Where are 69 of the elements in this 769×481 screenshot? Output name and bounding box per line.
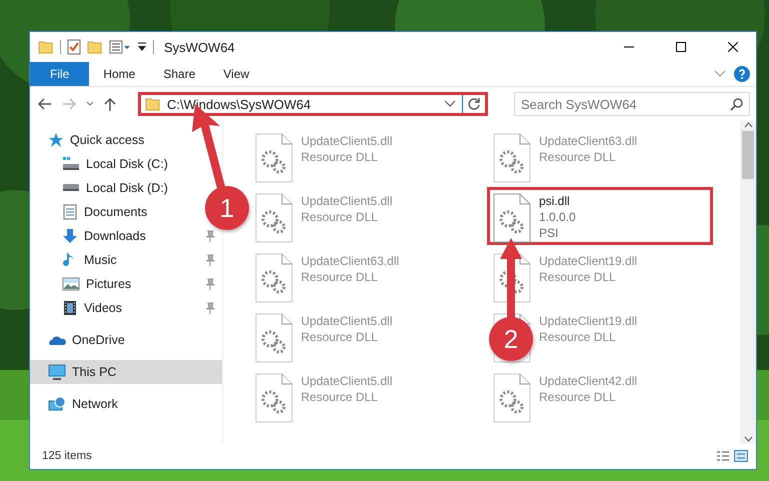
sidebar-item[interactable]: Music	[30, 248, 222, 272]
star-icon	[48, 132, 64, 148]
dll-file-icon	[255, 373, 293, 423]
drive-icon	[62, 184, 80, 192]
properties-icon[interactable]	[67, 39, 81, 55]
maximize-icon	[676, 42, 686, 52]
item-count: 125 items	[42, 450, 93, 462]
step-badge: 2	[489, 317, 533, 361]
drive-icon	[62, 156, 80, 172]
file-item[interactable]: psi.dll 1.0.0.0 PSI	[487, 187, 713, 245]
dll-file-icon	[493, 193, 531, 243]
file-detail: Resource DLL	[301, 389, 379, 405]
sidebar-item[interactable]: Videos	[30, 296, 222, 320]
back-icon[interactable]	[38, 98, 52, 110]
details-view-icon[interactable]	[716, 450, 730, 462]
file-detail: Resource DLL	[539, 389, 617, 405]
tiles-view-icon[interactable]	[734, 450, 748, 462]
scroll-thumb[interactable]	[742, 131, 754, 179]
dll-file-icon	[493, 373, 531, 423]
ribbon-tab[interactable]: File	[30, 62, 90, 86]
chevron-down-icon[interactable]	[444, 100, 456, 108]
dll-file-icon	[255, 193, 293, 243]
sidebar-item[interactable]: Local Disk (C:)	[30, 152, 174, 176]
sidebar-item[interactable]: Network	[30, 392, 124, 416]
dropdown-icon[interactable]	[137, 41, 147, 53]
window-title: SysWOW64	[164, 40, 236, 54]
file-detail: 1.0.0.0	[539, 209, 576, 225]
sidebar-item[interactable]: OneDrive	[30, 328, 131, 352]
dll-file-icon	[255, 253, 293, 303]
film-icon	[62, 300, 78, 316]
close-icon	[728, 42, 738, 52]
address-bar[interactable]: C:\Windows\SysWOW64	[138, 92, 488, 116]
scroll-up-icon[interactable]	[744, 121, 752, 129]
folder-icon	[145, 96, 161, 112]
ribbon-tab[interactable]: Home	[89, 62, 150, 86]
sidebar-item[interactable]: This PC	[30, 360, 222, 384]
download-icon	[62, 228, 78, 244]
search-icon	[730, 98, 743, 110]
scroll-down-icon[interactable]	[744, 435, 752, 443]
ribbon-tab[interactable]: Share	[149, 62, 210, 86]
picture-icon	[62, 276, 80, 292]
step-badge: 1	[205, 186, 249, 230]
search-field[interactable]: Search SysWOW64	[514, 92, 750, 116]
file-detail: Resource DLL	[301, 209, 379, 225]
ribbon-tab[interactable]: View	[209, 62, 264, 86]
view-options-icon[interactable]	[109, 40, 131, 54]
file-detail: PSI	[539, 225, 560, 241]
dll-file-icon	[493, 133, 531, 183]
file-detail: Resource DLL	[301, 329, 379, 345]
sidebar-item[interactable]: Local Disk (D:)	[30, 176, 174, 200]
sidebar-item[interactable]: Documents	[30, 200, 154, 224]
file-detail: Resource DLL	[301, 269, 379, 285]
computer-icon	[48, 364, 66, 380]
file-detail: Resource DLL	[539, 269, 617, 285]
document-icon	[62, 204, 78, 220]
file-name: psi.dll	[539, 193, 571, 209]
scrollbar[interactable]	[740, 121, 756, 443]
network-icon	[48, 396, 66, 412]
file-detail: Resource DLL	[539, 149, 617, 165]
file-detail: Resource DLL	[301, 149, 379, 165]
refresh-icon[interactable]	[467, 97, 481, 111]
sidebar-item[interactable]: Pictures	[30, 272, 222, 296]
up-icon[interactable]	[104, 97, 116, 111]
dll-file-icon	[255, 133, 293, 183]
file-detail: Resource DLL	[539, 329, 617, 345]
help-icon[interactable]	[734, 66, 750, 82]
dll-file-icon	[255, 313, 293, 363]
sidebar-item[interactable]: Quick access	[30, 128, 150, 152]
chevron-down-icon[interactable]	[86, 101, 94, 107]
